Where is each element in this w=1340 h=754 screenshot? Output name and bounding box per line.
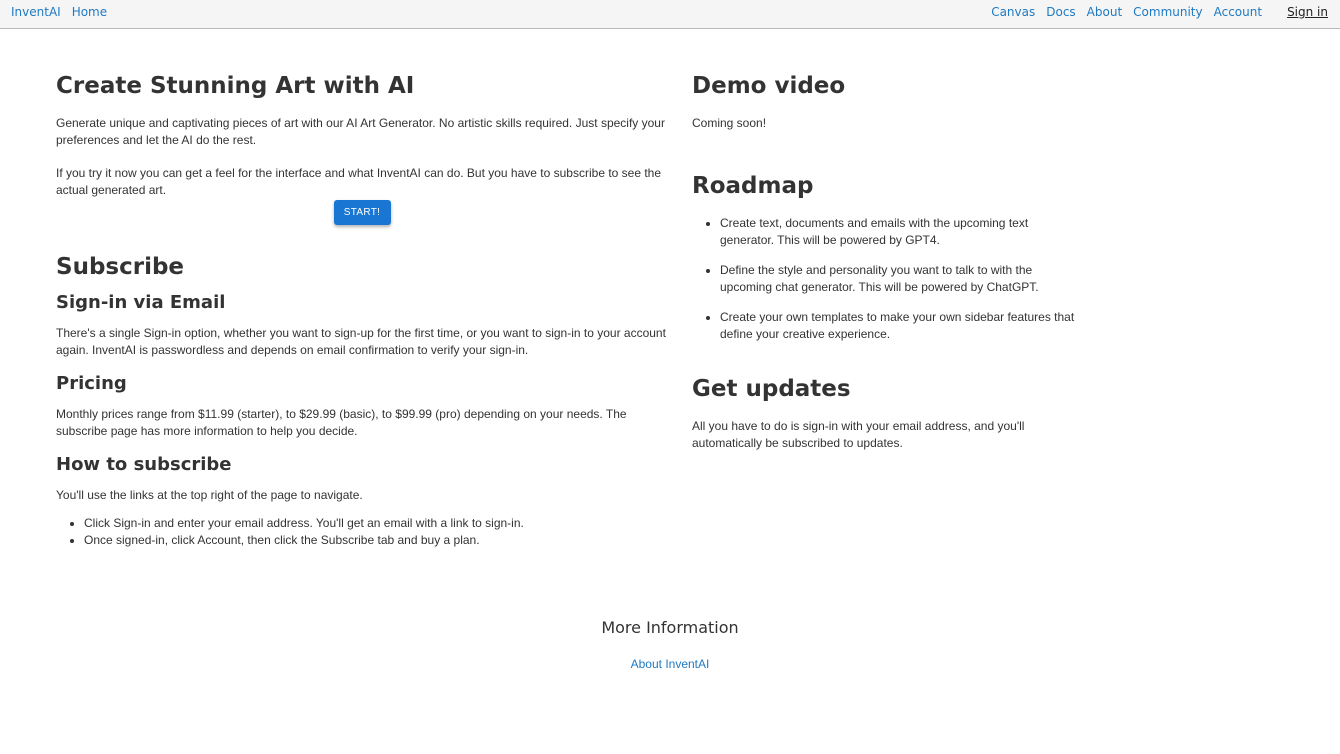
list-item: Click Sign-in and enter your email addre… bbox=[84, 515, 668, 532]
right-column: Demo video Coming soon! Roadmap Create t… bbox=[692, 72, 1084, 452]
subscribe-steps-list: Click Sign-in and enter your email addre… bbox=[56, 515, 668, 549]
roadmap-title: Roadmap bbox=[692, 173, 814, 199]
brand-link[interactable]: InventAI bbox=[11, 5, 61, 19]
left-column: Create Stunning Art with AI Generate uni… bbox=[56, 72, 668, 549]
nav-account-link[interactable]: Account bbox=[1214, 5, 1262, 19]
demo-text: Coming soon! bbox=[692, 116, 767, 130]
footer-link-wrap: About InventAI bbox=[0, 657, 1340, 671]
nav-canvas-link[interactable]: Canvas bbox=[991, 5, 1035, 19]
signin-description: There's a single Sign-in option, whether… bbox=[56, 326, 666, 357]
hero-trial-note: If you try it now you can get a feel for… bbox=[56, 166, 662, 197]
updates-title: Get updates bbox=[692, 376, 851, 402]
footer-title: More Information bbox=[601, 618, 739, 637]
nav-docs-link[interactable]: Docs bbox=[1046, 5, 1075, 19]
nav-right-group: Canvas Docs About Community Account Sign… bbox=[991, 5, 1328, 19]
subscribe-title: Subscribe bbox=[56, 254, 185, 280]
sign-in-link[interactable]: Sign in bbox=[1287, 5, 1328, 19]
nav-community-link[interactable]: Community bbox=[1133, 5, 1202, 19]
list-item: Create your own templates to make your o… bbox=[720, 309, 1084, 343]
demo-title: Demo video bbox=[692, 73, 846, 99]
start-button-wrap: START! bbox=[56, 200, 668, 225]
roadmap-list: Create text, documents and emails with t… bbox=[692, 215, 1084, 343]
signin-heading: Sign-in via Email bbox=[56, 292, 226, 313]
how-to-subscribe-text: You'll use the links at the top right of… bbox=[56, 488, 363, 502]
hero-description: Generate unique and captivating pieces o… bbox=[56, 116, 665, 147]
updates-text: All you have to do is sign-in with your … bbox=[692, 419, 1025, 450]
start-button[interactable]: START! bbox=[333, 200, 391, 225]
list-item: Once signed-in, click Account, then clic… bbox=[84, 532, 668, 549]
how-to-subscribe-heading: How to subscribe bbox=[56, 454, 232, 475]
nav-left-group: InventAI Home bbox=[11, 5, 107, 19]
pricing-description: Monthly prices range from $11.99 (starte… bbox=[56, 407, 627, 438]
pricing-heading: Pricing bbox=[56, 373, 127, 394]
list-item: Create text, documents and emails with t… bbox=[720, 215, 1084, 249]
nav-home-link[interactable]: Home bbox=[72, 5, 107, 19]
about-inventai-link[interactable]: About InventAI bbox=[631, 657, 710, 671]
list-item: Define the style and personality you wan… bbox=[720, 262, 1084, 296]
top-navbar: InventAI Home Canvas Docs About Communit… bbox=[0, 0, 1340, 29]
nav-about-link[interactable]: About bbox=[1087, 5, 1122, 19]
hero-title: Create Stunning Art with AI bbox=[56, 73, 415, 99]
